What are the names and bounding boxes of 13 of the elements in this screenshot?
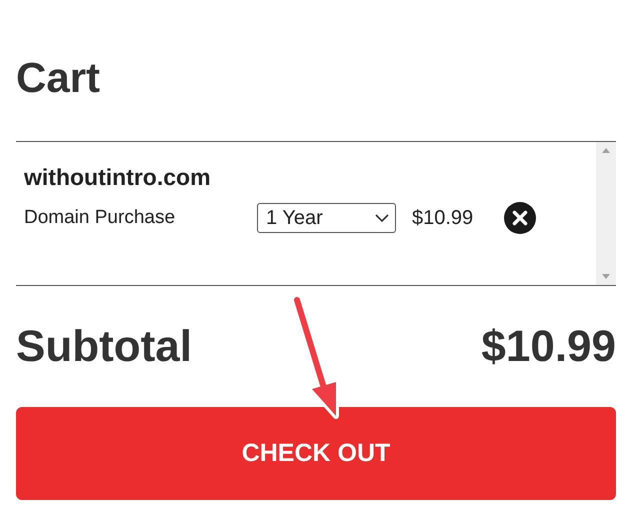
product-type: Domain Purchase — [24, 207, 176, 229]
scrollbar[interactable] — [596, 142, 616, 285]
scroll-up-icon[interactable] — [602, 148, 610, 153]
item-price: $10.99 — [412, 206, 474, 230]
subtotal-label: Subtotal — [16, 322, 192, 372]
scroll-down-icon[interactable] — [602, 274, 610, 279]
chevron-icon — [375, 214, 389, 222]
checkout-button[interactable]: CHECK OUT — [16, 407, 616, 500]
subtotal-amount: $10.99 — [481, 322, 616, 372]
term-select[interactable]: 1 Year — [257, 203, 396, 233]
cart-title: Cart — [16, 53, 100, 103]
domain-name: withoutintro.com — [24, 164, 212, 192]
remove-icon[interactable] — [504, 202, 536, 234]
